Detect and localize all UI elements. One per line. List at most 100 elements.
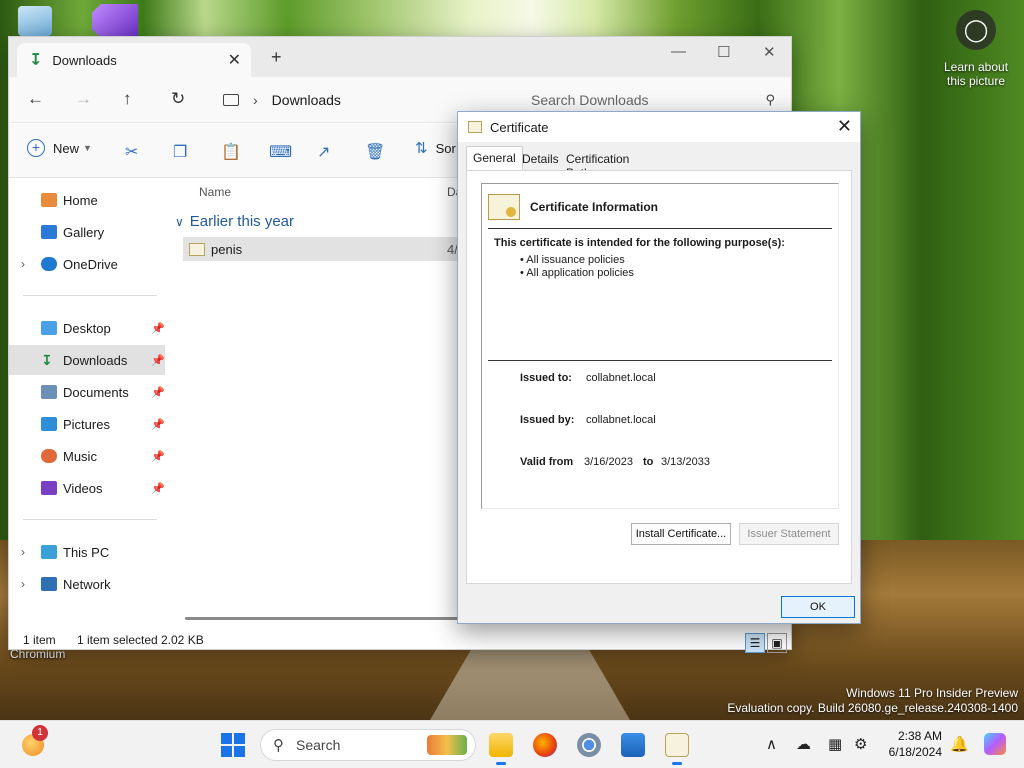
up-arrow-icon[interactable]: ↑ — [123, 89, 132, 109]
purpose-item: • All application policies — [520, 267, 634, 279]
camera-icon[interactable]: ◯ — [956, 10, 996, 50]
clock[interactable]: 2:38 AM 6/18/2024 — [884, 728, 942, 760]
running-indicator — [496, 762, 506, 765]
weather-widget[interactable]: 1 — [18, 725, 48, 759]
notepad-icon — [621, 733, 645, 757]
learn-about-picture-label[interactable]: Learn about this picture — [936, 60, 1016, 88]
back-arrow-icon[interactable]: ← — [27, 89, 44, 109]
sidebar-item-label: Pictures — [63, 416, 110, 432]
search-highlight-image — [427, 735, 467, 755]
display-icon[interactable]: ▦ — [828, 735, 842, 753]
sidebar-item-onedrive[interactable]: › OneDrive — [9, 249, 165, 279]
firefox-taskbar-button[interactable] — [532, 731, 558, 759]
network-off-icon[interactable]: ☁ — [796, 735, 811, 753]
chevron-up-icon[interactable]: ∧ — [766, 735, 777, 753]
issued-by-value: collabnet.local — [586, 414, 656, 426]
file-explorer-taskbar-button[interactable] — [488, 731, 514, 765]
copy-icon[interactable]: ❐ — [173, 142, 187, 162]
file-row[interactable]: penis 4/ — [183, 237, 469, 261]
notification-bell-icon[interactable]: 🔔 — [950, 735, 969, 753]
rename-icon[interactable]: ⌨ — [269, 142, 292, 162]
expand-chevron-icon[interactable]: › — [21, 545, 25, 559]
explorer-tab[interactable]: ↧ Downloads ✕ — [17, 43, 251, 77]
desktop-icon — [41, 321, 57, 335]
refresh-icon[interactable]: ↻ — [171, 89, 185, 109]
sidebar-item-gallery[interactable]: Gallery — [9, 217, 165, 247]
notepad-taskbar-button[interactable] — [620, 731, 646, 759]
sidebar-item-desktop[interactable]: Desktop 📌 — [9, 313, 165, 343]
pin-icon: 📌 — [151, 482, 165, 495]
certificate-icon — [665, 733, 689, 757]
close-tab-icon[interactable]: ✕ — [228, 50, 241, 70]
sidebar-item-this-pc[interactable]: › This PC — [9, 537, 165, 567]
sidebar-item-network[interactable]: › Network — [9, 569, 165, 599]
sidebar-item-videos[interactable]: Videos 📌 — [9, 473, 165, 503]
sidebar-item-music[interactable]: Music 📌 — [9, 441, 165, 471]
recycle-bin-icon[interactable] — [18, 6, 58, 38]
column-header-name[interactable]: Name — [199, 185, 231, 199]
horizontal-scrollbar[interactable] — [185, 617, 465, 620]
issued-to-value: collabnet.local — [586, 372, 656, 384]
issued-to-label: Issued to: — [520, 372, 572, 384]
close-window-icon[interactable]: ✕ — [763, 43, 776, 61]
plus-circle-icon: + — [27, 139, 45, 157]
tiles-view-icon[interactable]: ▣ — [767, 633, 787, 653]
copilot-icon[interactable] — [984, 733, 1006, 755]
delete-icon[interactable]: 🗑 — [365, 142, 385, 162]
issuer-statement-button[interactable]: Issuer Statement — [739, 523, 839, 545]
cloud-icon — [41, 257, 57, 271]
address-location[interactable]: Downloads — [272, 92, 341, 108]
close-icon[interactable]: ✕ — [837, 116, 852, 137]
sidebar-item-pictures[interactable]: Pictures 📌 — [9, 409, 165, 439]
expand-chevron-icon[interactable]: › — [21, 577, 25, 591]
sort-button[interactable]: ⇅ Sor — [415, 139, 456, 157]
sidebar-item-downloads[interactable]: ↧ Downloads 📌 — [9, 345, 165, 375]
sidebar-divider — [23, 519, 157, 520]
pin-icon: 📌 — [151, 418, 165, 431]
volume-icon[interactable]: ⚙ — [854, 735, 867, 753]
sidebar-item-documents[interactable]: Documents 📌 — [9, 377, 165, 407]
share-icon[interactable]: ↗ — [317, 142, 330, 162]
gallery-icon — [41, 225, 57, 239]
new-tab-button[interactable]: + — [271, 47, 282, 68]
expand-chevron-icon[interactable]: › — [21, 257, 25, 271]
download-arrow-icon: ↧ — [41, 352, 53, 368]
explorer-titlebar[interactable]: ↧ Downloads ✕ + — ☐ ✕ — [9, 37, 791, 77]
certificate-ribbon-icon — [488, 194, 520, 220]
certificate-taskbar-button[interactable] — [664, 731, 690, 765]
sidebar-divider — [23, 295, 157, 296]
monitor-icon — [223, 94, 239, 106]
minimize-icon[interactable]: — — [671, 43, 686, 60]
start-button[interactable] — [220, 731, 246, 759]
chevron-right-icon[interactable]: › — [253, 92, 258, 108]
sidebar-item-label: Desktop — [63, 320, 111, 336]
sidebar-item-home[interactable]: Home — [9, 185, 165, 215]
new-button[interactable]: + New ▼ — [27, 139, 92, 157]
navigation-pane: Home Gallery › OneDrive Desktop 📌 ↧ Down… — [9, 179, 169, 619]
certificate-title: Certificate — [490, 119, 549, 135]
running-indicator — [672, 762, 682, 765]
details-view-icon[interactable]: ☰ — [745, 633, 765, 653]
cut-icon[interactable]: ✂ — [125, 142, 138, 162]
watermark-line-1: Windows 11 Pro Insider Preview — [846, 686, 1018, 700]
ok-button[interactable]: OK — [781, 596, 855, 618]
file-list: Name Da ∨ Earlier this year penis 4/ — [169, 179, 469, 619]
visual-studio-icon[interactable] — [92, 4, 142, 38]
certificate-titlebar[interactable]: Certificate ✕ — [458, 112, 860, 142]
selected-size: 2.02 KB — [161, 633, 204, 647]
download-arrow-icon: ↧ — [29, 52, 43, 69]
search-icon: ⚲ — [273, 737, 284, 754]
install-certificate-button[interactable]: Install Certificate... — [631, 523, 731, 545]
watermark-line-2: Evaluation copy. Build 26080.ge_release.… — [727, 701, 1018, 715]
tab-certification-path[interactable]: Certification Path — [560, 148, 635, 180]
taskbar-search[interactable]: ⚲ Search — [260, 729, 476, 761]
tab-details[interactable]: Details — [516, 148, 565, 170]
maximize-icon[interactable]: ☐ — [717, 43, 730, 61]
network-icon — [41, 577, 57, 591]
paste-icon[interactable]: 📋 — [221, 142, 241, 162]
forward-arrow-icon[interactable]: → — [75, 89, 92, 109]
sort-label: Sor — [435, 140, 456, 156]
tab-general[interactable]: General — [466, 146, 523, 170]
chromium-taskbar-button[interactable] — [576, 731, 602, 759]
group-header[interactable]: ∨ Earlier this year — [175, 213, 294, 230]
